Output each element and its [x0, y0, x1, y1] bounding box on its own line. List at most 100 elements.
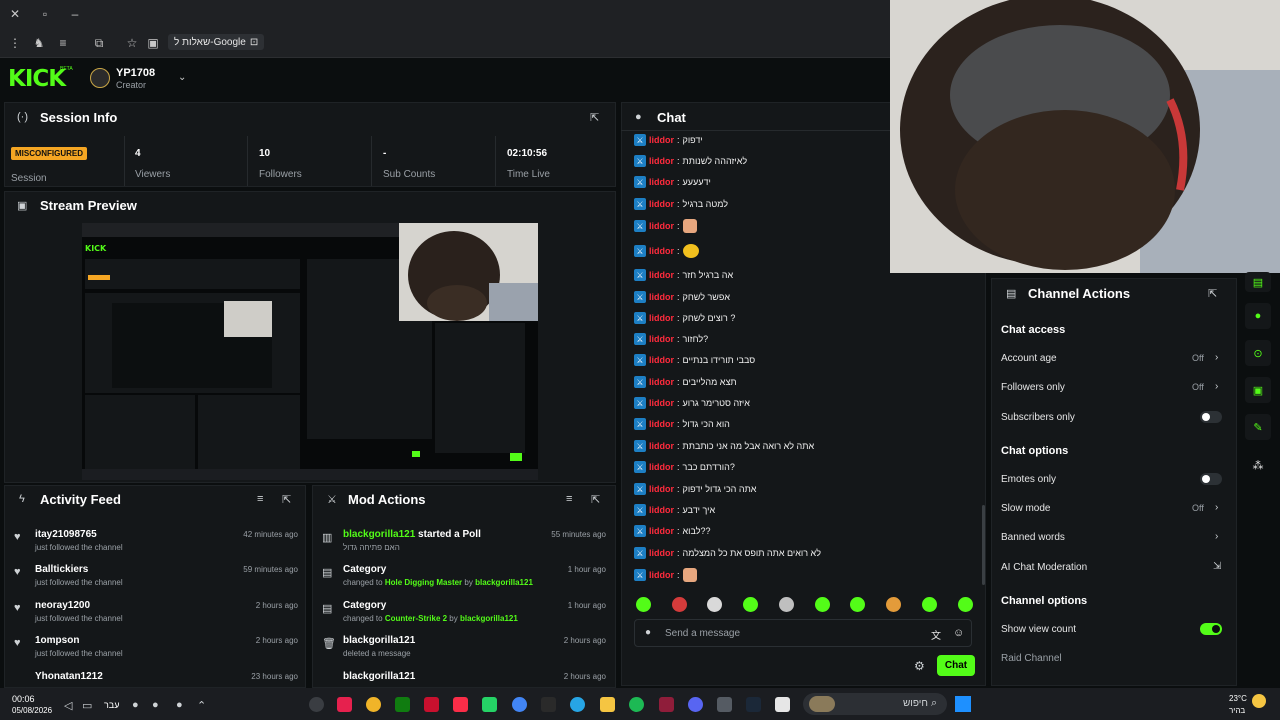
mic-icon[interactable]: ●	[132, 699, 139, 711]
chevron-right-icon[interactable]: ›	[1215, 352, 1218, 363]
chat-user[interactable]: liddor	[649, 441, 674, 451]
menu-icon[interactable]: ⋮	[8, 36, 22, 50]
chat-user[interactable]: liddor	[649, 548, 674, 558]
mod-user[interactable]: blackgorilla121	[343, 529, 415, 540]
network-icon[interactable]: ▭	[82, 699, 92, 712]
chat-user[interactable]: liddor	[649, 355, 674, 365]
emoji-icon[interactable]: ☺	[953, 627, 964, 639]
volume-icon[interactable]: ◁	[64, 699, 72, 712]
subscribers-only-toggle[interactable]	[1200, 411, 1222, 423]
chat-message[interactable]: ⚔ liddor: איזה סטרימר גרוע	[634, 395, 750, 411]
windows-start-icon[interactable]	[955, 696, 971, 712]
filter-icon[interactable]: ≡	[566, 493, 572, 505]
chat-message[interactable]: ⚔ liddor: אה ברגיל חזר	[634, 267, 733, 283]
emotes-only-toggle[interactable]	[1200, 473, 1222, 485]
message-input[interactable]: ● Send a message 文 ☺	[634, 619, 972, 647]
popout-icon[interactable]: ⇱	[1208, 287, 1217, 300]
folder-icon[interactable]	[600, 697, 615, 712]
chat-user[interactable]: liddor	[649, 570, 674, 580]
emote-icon[interactable]	[850, 597, 865, 612]
chat-message[interactable]: ⚔ liddor: אפשר לשחק	[634, 289, 730, 305]
emote-icon[interactable]	[958, 597, 973, 612]
rail-wrench-icon[interactable]: ✎	[1245, 414, 1271, 440]
chat-user[interactable]: liddor	[649, 177, 674, 187]
ai-moderation-label[interactable]: AI Chat Moderation	[1001, 562, 1087, 573]
emote-icon[interactable]	[815, 597, 830, 612]
steam-icon[interactable]	[746, 697, 761, 712]
chat-message[interactable]: ⚔ liddor: לחזור?	[634, 331, 708, 347]
chat-user[interactable]: liddor	[649, 398, 674, 408]
bookmark-star-icon[interactable]: ☆	[125, 36, 139, 50]
popout-icon[interactable]: ⇱	[590, 111, 599, 124]
music-icon[interactable]	[453, 697, 468, 712]
rail-doc-icon[interactable]: ▤	[1245, 272, 1271, 292]
chat-message[interactable]: ⚔ liddor: אתה הכי גדול ידפוק	[634, 481, 756, 497]
taskbar-app-icon[interactable]	[659, 697, 674, 712]
channel-avatar[interactable]	[90, 68, 110, 88]
rail-broadcast-icon[interactable]: ⊙	[1245, 340, 1271, 366]
external-link-icon[interactable]: ⇲	[1213, 561, 1221, 572]
chrome-icon[interactable]	[512, 697, 527, 712]
emote-icon[interactable]	[707, 597, 722, 612]
spotify-icon[interactable]	[629, 697, 644, 712]
feed-user[interactable]: 1ompson	[35, 635, 79, 646]
chat-message[interactable]: ⚔ liddor: לא רואים אתה תופס את כל המצלמה	[634, 545, 821, 561]
emote-icon[interactable]	[779, 597, 794, 612]
chat-message[interactable]: ⚔ liddor:	[634, 567, 697, 583]
maximize-icon[interactable]: ▫	[38, 7, 52, 21]
taskbar-app-icon[interactable]	[541, 697, 556, 712]
tabs-icon[interactable]: ▣	[146, 36, 160, 50]
followers-only-label[interactable]: Followers only	[1001, 382, 1065, 393]
chat-user[interactable]: liddor	[649, 156, 674, 166]
chat-message[interactable]: ⚔ liddor: תצא מהלייבים	[634, 374, 737, 390]
channel-name[interactable]: YP1708	[116, 67, 155, 79]
chat-user[interactable]: liddor	[649, 377, 674, 387]
mod-title[interactable]: blackgorilla121	[343, 671, 415, 682]
discord-icon[interactable]	[688, 697, 703, 712]
translate-icon[interactable]: 文	[931, 627, 941, 642]
chat-message[interactable]: ⚔ liddor: לאיזההה לשנותת	[634, 153, 747, 169]
chevron-down-icon[interactable]: ⌄	[178, 72, 186, 83]
chat-user[interactable]: liddor	[649, 313, 674, 323]
chat-user[interactable]: liddor	[649, 526, 674, 536]
language-indicator[interactable]: עבר	[104, 700, 119, 710]
reader-icon[interactable]: ≡	[56, 36, 70, 50]
chrome-icon[interactable]	[366, 697, 381, 712]
chat-message[interactable]: ⚔ liddor: למטה ברגיל	[634, 196, 728, 212]
chat-user[interactable]: liddor	[649, 246, 674, 256]
chat-message[interactable]: ⚔ liddor: סבבי תורידו בנתיים	[634, 352, 755, 368]
emote-icon[interactable]	[672, 597, 687, 612]
chat-message[interactable]: ⚔ liddor: איך ידבע	[634, 502, 715, 518]
banned-words-label[interactable]: Banned words	[1001, 532, 1065, 543]
chat-message[interactable]: ⚔ liddor:	[634, 243, 699, 259]
chevron-up-icon[interactable]: ⌃	[197, 699, 206, 712]
chat-message[interactable]: ⚔ liddor: אתה לא רואה אבל מה אני כותבתת	[634, 438, 814, 454]
chat-user[interactable]: liddor	[649, 505, 674, 515]
send-chat-button[interactable]: Chat	[937, 655, 975, 676]
chat-message[interactable]: ⚔ liddor:	[634, 218, 697, 234]
chat-user[interactable]: liddor	[649, 484, 674, 494]
app-icon[interactable]: ●	[152, 699, 159, 711]
chat-message[interactable]: ⚔ liddor: רוצים לשחק ?	[634, 310, 735, 326]
telegram-icon[interactable]	[570, 697, 585, 712]
feed-user[interactable]: itay21098765	[35, 529, 97, 540]
emote-icon[interactable]	[922, 597, 937, 612]
extension-icon[interactable]: ♞	[32, 36, 46, 50]
taskbar-app-icon[interactable]	[717, 697, 732, 712]
xbox-icon[interactable]	[395, 697, 410, 712]
show-view-count-toggle[interactable]	[1200, 623, 1222, 635]
chat-scrollbar[interactable]	[982, 505, 985, 585]
feed-user[interactable]: neoray1200	[35, 600, 90, 611]
chat-user[interactable]: liddor	[649, 270, 674, 280]
chat-user[interactable]: liddor	[649, 199, 674, 209]
mod-title[interactable]: blackgorilla121	[343, 635, 415, 646]
chat-message[interactable]: ⚔ liddor: הורדתם כבר?	[634, 459, 735, 475]
emote-icon[interactable]	[886, 597, 901, 612]
chat-message[interactable]: ⚔ liddor: לבוא??	[634, 523, 711, 539]
rail-settings-icon[interactable]: ⁂	[1245, 452, 1271, 478]
feed-user[interactable]: Yhonatan1212	[35, 671, 103, 682]
chat-user[interactable]: liddor	[649, 221, 674, 231]
chat-message[interactable]: ⚔ liddor: ידעעעע	[634, 174, 711, 190]
popout-icon[interactable]: ⇱	[282, 493, 291, 506]
chat-message[interactable]: ⚔ liddor: הוא הכי גדול	[634, 416, 730, 432]
